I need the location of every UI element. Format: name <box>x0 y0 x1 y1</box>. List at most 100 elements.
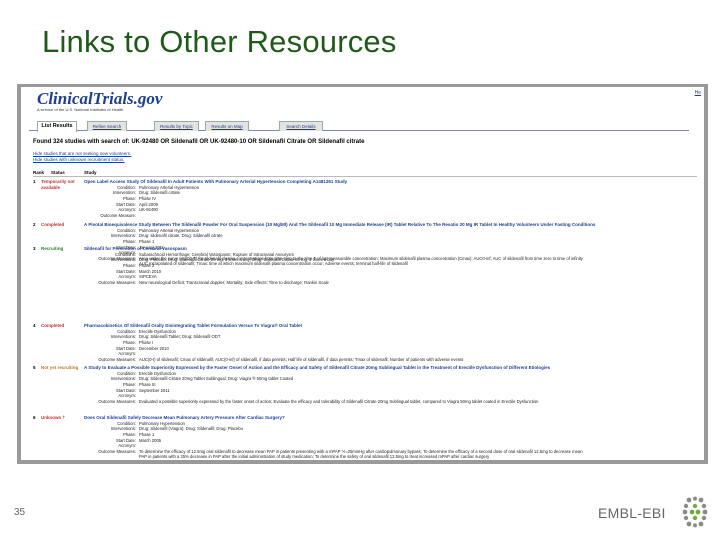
result-field-label: Outcome Measure: <box>100 212 136 218</box>
header-divider <box>33 176 697 177</box>
result-field-label: Phase: <box>122 340 136 345</box>
result-field-value: December 2010 <box>139 345 169 351</box>
clinicaltrials-logo[interactable]: ClinicalTrials.gov <box>37 89 162 109</box>
result-status: Unknown † <box>41 415 66 420</box>
result-field-value: Phase 2 <box>139 263 155 268</box>
result-field-label: Interventions: <box>110 257 136 263</box>
search-summary: Found 324 studies with search of: UK-924… <box>33 139 365 145</box>
result-field-label: Outcome Measures: <box>98 279 136 285</box>
hide-unknown-status-link[interactable]: Hide studies with unknown recruitment st… <box>33 157 125 162</box>
results-tab-bar: List Results Refine Search Results by To… <box>29 119 689 132</box>
result-field-value: Phase 1 <box>139 239 155 244</box>
tab-results-by-topic[interactable]: Results by Topic <box>154 121 199 131</box>
result-field-label: Phase: <box>122 263 136 268</box>
slide-title: Links to Other Resources <box>42 24 397 59</box>
result-field-label: Acronym: <box>118 393 136 399</box>
embl-ebi-logo-icon <box>682 496 708 528</box>
hide-not-seeking-link[interactable]: Hide studies that are not seeking new vo… <box>33 151 131 156</box>
column-header-status: Status <box>51 170 65 175</box>
column-header-study: Study <box>84 170 97 175</box>
result-field-value: Phase 1 <box>139 432 155 437</box>
tab-search-details[interactable]: Search Details <box>279 121 323 131</box>
result-field-label: Condition: <box>117 420 136 426</box>
result-field-label: Acronym: <box>118 351 136 357</box>
result-field-value: Drug: sildenafil citrate; Drug: Sildenaf… <box>139 233 223 239</box>
result-field-value: April 2009 <box>139 201 158 207</box>
result-field-value: March 2005 <box>139 437 162 443</box>
result-field-label: Interventions: <box>110 376 136 382</box>
result-field-value: Drug: Sildenafil (Viagra); Drug: Sildena… <box>139 426 243 432</box>
result-field-label: Start Date: <box>115 201 136 207</box>
result-field-value: Drug: Sildenafil citrate <box>139 190 180 196</box>
result-field-value: PAP in patients with a 25% decrease in P… <box>139 454 490 460</box>
clinicaltrials-tagline: A service of the U.S. National Institute… <box>37 107 124 112</box>
result-field-value: Evaluated a possible superiority express… <box>139 398 539 404</box>
help-link[interactable]: He <box>695 90 701 96</box>
result-title-link[interactable]: Open Label Access Study Of Sildenafil In… <box>84 179 699 184</box>
column-header-rank: Rank <box>33 170 45 175</box>
result-field-label: Acronym: <box>118 274 136 280</box>
page-number: 35 <box>14 507 26 518</box>
result-field-value: To determine the efficacy of 12.5mg oral… <box>139 448 583 454</box>
result-title-link[interactable]: Sildenafil for Prevention of Cerebral Va… <box>84 246 699 251</box>
result-title-link[interactable]: A Pivotal Bioequivalence Study Between T… <box>84 222 699 227</box>
result-field-label: Outcome Measures: <box>98 398 136 404</box>
result-field-label: Acronym: <box>118 207 136 213</box>
result-title-link[interactable]: Does Oral Sildenafil Safely Decrease Mea… <box>84 415 699 420</box>
result-field-label: Start Date: <box>115 437 136 443</box>
tab-list-results[interactable]: List Results <box>37 121 77 132</box>
result-field-label: Interventions: <box>110 426 136 432</box>
result-rank: 5 <box>33 365 36 370</box>
result-field-value: Phase III <box>139 382 156 387</box>
result-status: Not yet recruiting <box>41 365 79 370</box>
result-field-label: Condition: <box>117 328 136 334</box>
result-field-value: Drug: Sildenafil Citrate 20mg Tablet Sub… <box>139 376 294 382</box>
tab-refine-search[interactable]: Refine Search <box>87 121 127 131</box>
result-rank: 2 <box>33 222 36 227</box>
result-field-value: Subarachnoid Hemorrhage; Cerebral Vasosp… <box>139 251 294 257</box>
result-title-link[interactable]: Pharmacokinetics Of Sildenafil Orally Di… <box>84 323 699 328</box>
result-field-value: Phase I <box>139 340 154 345</box>
result-field-value: September 2011 <box>139 387 170 393</box>
result-field-label: Phase: <box>122 432 136 437</box>
result-field-label: Outcome Measures: <box>98 448 136 454</box>
result-field-value: UK-92480 <box>139 207 158 213</box>
result-field-label: Interventions: <box>110 334 136 340</box>
tab-results-on-map[interactable]: Results on Map <box>205 121 249 131</box>
result-status: Temporarily not available <box>41 179 75 190</box>
result-field-label: Acronym: <box>118 443 136 449</box>
result-field-value: March 2010 <box>139 268 162 274</box>
result-title-link[interactable]: A Study to Evaluate a Possible Superiori… <box>84 365 699 370</box>
result-field-label: Phase: <box>122 196 136 201</box>
result-rank: 6 <box>33 415 36 420</box>
result-field-label: Start Date: <box>115 345 136 351</box>
result-field-value: SIPCEVA <box>139 274 157 280</box>
result-field-label: Condition: <box>117 184 136 190</box>
result-rank: 4 <box>33 323 36 328</box>
result-field-label: Phase: <box>122 239 136 244</box>
result-field-label: Condition: <box>117 370 136 376</box>
result-field-value: Drug: Placebo; Drug: Sildenafil Citrate … <box>139 257 335 263</box>
result-field-label: Outcome Measures: <box>98 356 136 362</box>
result-field-label: Start Date: <box>115 387 136 393</box>
result-rank: 3 <box>33 246 36 251</box>
result-field-value: AUC(0-t) of sildenafil; Cmax of sildenaf… <box>139 356 464 362</box>
result-field-label: Condition: <box>117 227 136 233</box>
result-status: Completed <box>41 323 65 328</box>
result-field-label: Start Date: <box>115 268 136 274</box>
embl-ebi-wordmark: EMBL-EBI <box>598 505 666 521</box>
clinicaltrials-screenshot: ClinicalTrials.gov A service of the U.S.… <box>21 87 704 460</box>
result-field-value: Pulmonary Arterial Hypertension <box>139 227 200 233</box>
result-field-value: Erectile Dysfunction <box>139 370 177 376</box>
result-field-value: Pulmonary Hypertension <box>139 420 185 426</box>
result-field-value: New neurological Deficit; Transcranial d… <box>139 279 329 285</box>
result-field-value: Drug: Sildenafil Tablet; Drug: Sildenafi… <box>139 334 221 340</box>
result-field-label: Intervention: <box>112 190 136 196</box>
result-status: Recruiting <box>41 246 64 251</box>
result-field-value: Erectile Dysfunction <box>139 328 177 334</box>
result-status: Completed <box>41 222 65 227</box>
result-field-label: Phase: <box>122 382 136 387</box>
result-rank: 1 <box>33 179 36 184</box>
result-field-value: Phase IV <box>139 196 156 201</box>
result-field-label: Conditions: <box>115 251 136 257</box>
